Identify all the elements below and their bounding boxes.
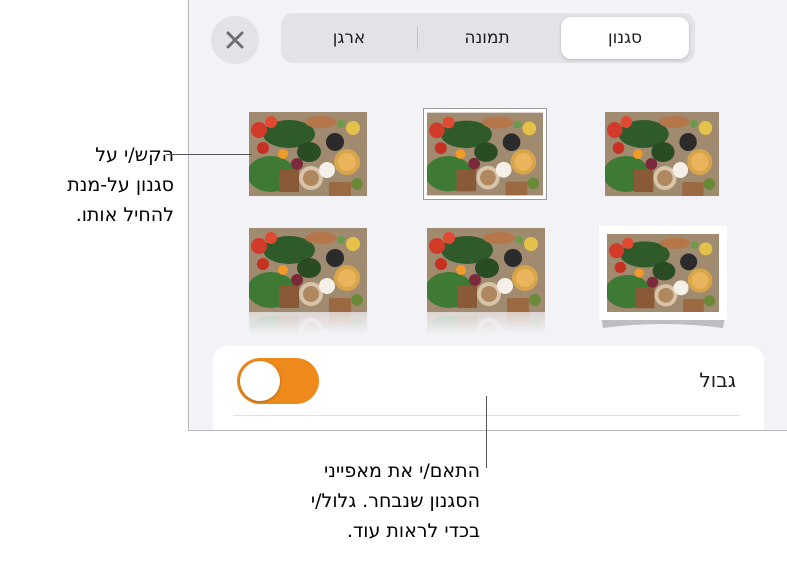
callout-line: בכדי לראות עוד. <box>346 520 480 542</box>
style-thumb-reflection-2[interactable] <box>427 228 545 334</box>
style-thumb-plain[interactable] <box>249 112 367 196</box>
callout-line: להחיל אותו. <box>75 204 174 226</box>
toggle-knob <box>240 361 280 401</box>
segmented-control: ארגן תמונה סגנון <box>281 13 695 63</box>
callout-apply-style: הקש/י על סגנון על-מנת להחיל אותו. <box>14 140 174 230</box>
tab-arrange[interactable]: ארגן <box>285 17 413 59</box>
style-thumb-curl-shadow[interactable] <box>595 224 731 332</box>
segment-divider <box>417 27 418 49</box>
tab-style[interactable]: סגנון <box>561 17 689 59</box>
callout-leader-line-vertical <box>486 396 487 468</box>
close-button[interactable] <box>211 16 259 64</box>
style-thumb-reflection[interactable] <box>249 228 367 334</box>
tab-image[interactable]: תמונה <box>421 17 553 59</box>
border-settings-card: גבול <box>213 346 764 430</box>
style-thumb-border[interactable] <box>423 108 547 200</box>
style-thumb-plain-2[interactable] <box>605 112 719 196</box>
border-toggle[interactable] <box>237 358 319 404</box>
callout-line: התאם/י את מאפייני <box>324 460 480 482</box>
callout-line: הקש/י על <box>95 144 174 166</box>
callout-line: הסגנון שנבחר. גלול/י <box>310 490 480 512</box>
callout-adjust-style: התאם/י את מאפייני הסגנון שנבחר. גלול/י ב… <box>260 456 480 546</box>
callout-line: סגנון על-מנת <box>67 174 174 196</box>
close-icon <box>226 31 244 49</box>
border-label: גבול <box>699 368 736 392</box>
format-panel: ארגן תמונה סגנון גבול <box>188 0 787 431</box>
callout-leader-line <box>166 154 252 155</box>
